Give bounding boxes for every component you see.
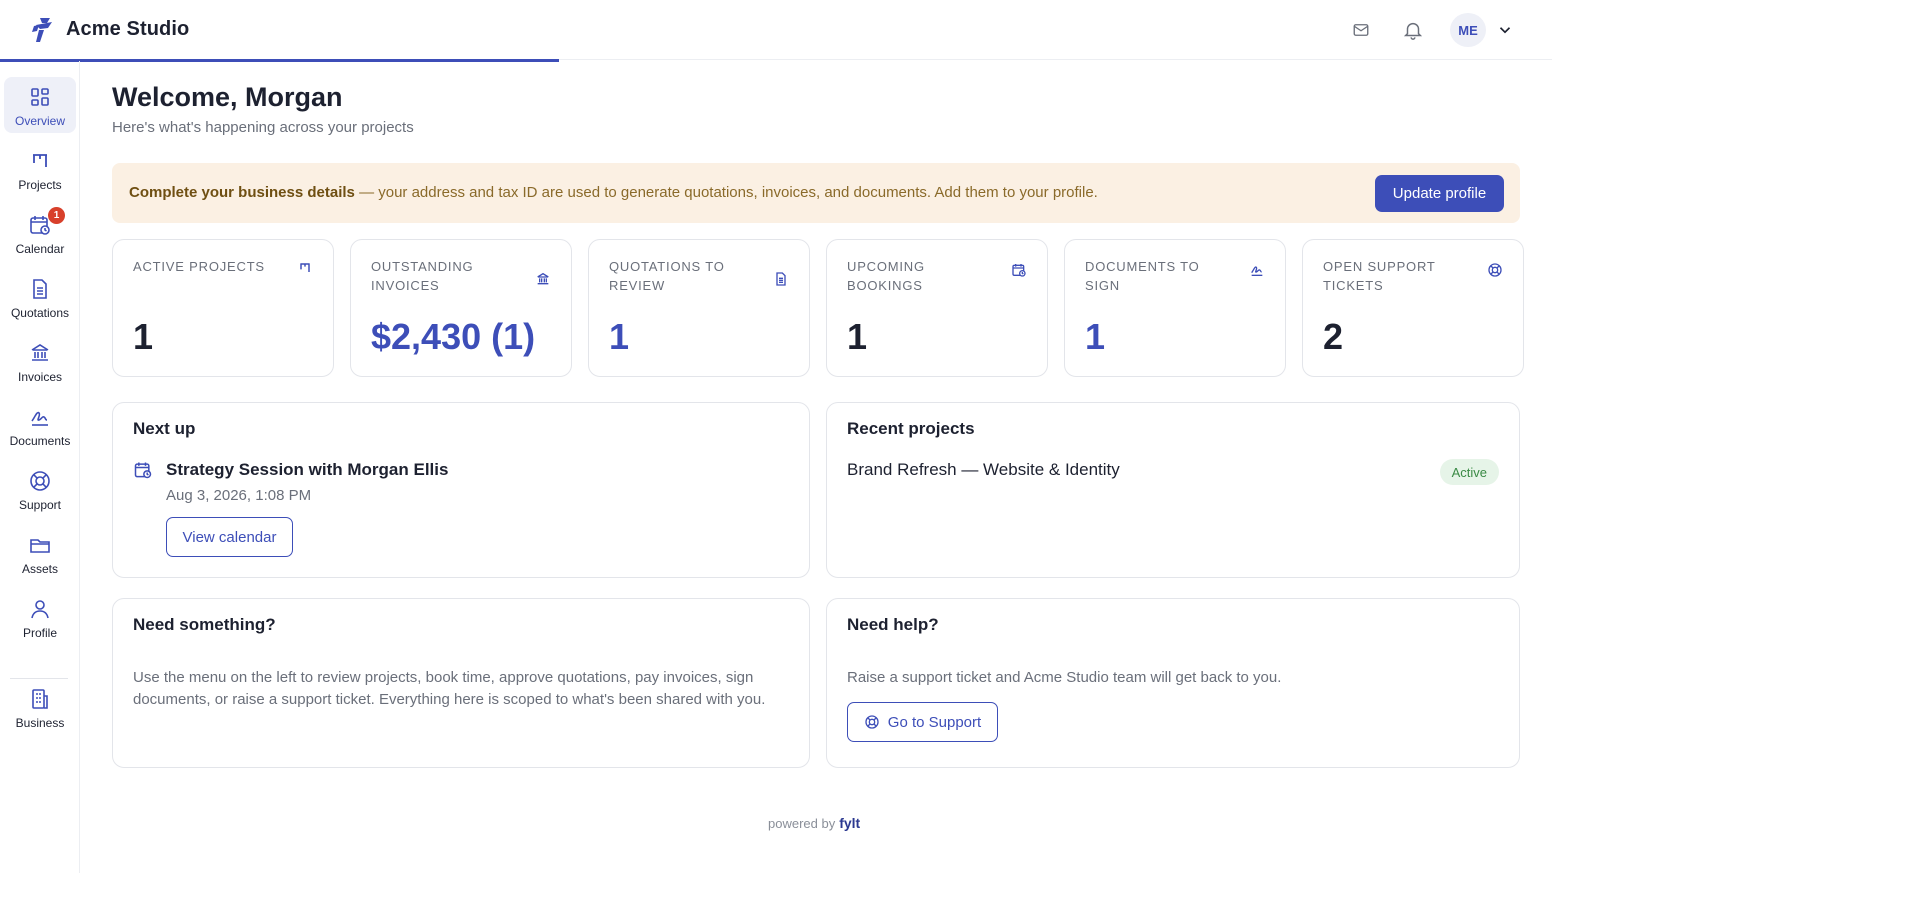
go-to-support-label: Go to Support — [887, 713, 982, 731]
kanban-icon — [300, 263, 310, 272]
stat-card-active-projects[interactable]: ACTIVE PROJECTS 1 — [112, 239, 334, 377]
card-title: Recent projects — [847, 419, 975, 438]
go-to-support-button[interactable]: Go to Support — [847, 702, 998, 742]
update-profile-button[interactable]: Update profile — [1375, 175, 1504, 212]
page-title: Welcome, Morgan — [112, 82, 343, 112]
stat-label: DOCUMENTS TO SIGN — [1085, 259, 1200, 293]
bell-icon[interactable] — [1402, 19, 1424, 41]
grid-icon — [28, 85, 52, 109]
card-title: Need help? — [847, 615, 939, 634]
event-title[interactable]: Strategy Session with Morgan Ellis — [166, 460, 448, 480]
stat-value: 1 — [847, 316, 868, 357]
folder-icon — [28, 533, 52, 557]
lifebuoy-icon — [865, 715, 879, 729]
user-icon — [28, 597, 52, 621]
business-details-alert: Complete your business details — your ad… — [112, 163, 1520, 223]
sidebar-item-quotations[interactable]: Quotations — [4, 269, 76, 325]
sidebar-item-label: Projects — [18, 178, 62, 192]
kanban-icon — [28, 149, 52, 173]
stat-value: 1 — [133, 316, 154, 357]
sidebar-item-assets[interactable]: Assets — [4, 525, 76, 581]
next-up-card: Next up Strategy Session with Morgan Ell… — [112, 402, 810, 578]
stat-label: UPCOMING BOOKINGS — [847, 259, 925, 293]
sidebar-item-label: Quotations — [10, 306, 70, 320]
footer-brand[interactable]: fylt — [839, 815, 860, 831]
help-text: Use the menu on the left to review proje… — [133, 669, 766, 708]
sidebar-item-label: Business — [15, 716, 65, 730]
sidebar-item-label: Assets — [21, 562, 58, 576]
lifebuoy-icon — [1488, 263, 1502, 277]
top-bar: Acme Studio ME — [0, 0, 1552, 60]
status-badge: Active — [1439, 459, 1499, 485]
brand-name: Acme Studio — [66, 17, 190, 40]
document-icon — [28, 277, 52, 301]
sidebar-item-documents[interactable]: Documents — [4, 397, 76, 453]
avatar[interactable]: ME — [1450, 13, 1486, 47]
stat-card-upcoming-bookings[interactable]: UPCOMING BOOKINGS 1 — [826, 239, 1048, 377]
stat-value: 1 — [609, 316, 630, 357]
sidebar-item-calendar[interactable]: 1 Calendar — [4, 205, 76, 261]
sidebar-item-label: Overview — [14, 114, 65, 128]
chevron-down-icon[interactable] — [1496, 21, 1514, 39]
footer: powered by fylt — [768, 815, 860, 831]
recent-projects-card: Recent projects Brand Refresh — Website … — [826, 402, 1520, 578]
stat-label: ACTIVE PROJECTS — [133, 259, 265, 274]
stat-value: 2 — [1323, 316, 1344, 357]
sidebar-item-profile[interactable]: Profile — [4, 589, 76, 645]
mail-icon[interactable] — [1350, 19, 1372, 41]
signature-icon — [28, 405, 52, 429]
calendar-clock-icon: 1 — [28, 207, 65, 237]
brand-logo-icon — [32, 18, 52, 42]
project-name[interactable]: Brand Refresh — Website & Identity — [847, 460, 1120, 480]
sidebar-item-label: Calendar — [15, 242, 65, 256]
calendar-clock-icon — [1012, 264, 1026, 277]
alert-strong-text: Complete your business details — [129, 184, 355, 201]
event-date: Aug 3, 2026, 1:08 PM — [166, 487, 312, 504]
bank-icon — [537, 272, 549, 285]
sidebar-item-invoices[interactable]: Invoices — [4, 333, 76, 389]
stat-label: OPEN SUPPORT TICKETS — [1323, 259, 1436, 293]
brand[interactable]: Acme Studio — [30, 14, 189, 44]
notification-badge: 1 — [48, 207, 65, 224]
view-calendar-button[interactable]: View calendar — [166, 517, 293, 557]
document-icon — [776, 272, 786, 286]
stat-value: $2,430 (1) — [371, 316, 536, 357]
header-actions: ME — [1350, 13, 1514, 47]
page-subtitle: Here's what's happening across your proj… — [112, 119, 414, 136]
need-something-card: Need something? Use the menu on the left… — [112, 598, 810, 768]
stat-card-open-support-tickets[interactable]: OPEN SUPPORT TICKETS 2 — [1302, 239, 1524, 377]
sidebar-item-overview[interactable]: Overview — [4, 77, 76, 133]
card-title: Next up — [133, 419, 196, 438]
stat-card-documents-to-sign[interactable]: DOCUMENTS TO SIGN 1 — [1064, 239, 1286, 377]
card-title: Need something? — [133, 615, 276, 634]
page-progress-bar — [0, 59, 559, 62]
stat-card-quotations-to-review[interactable]: QUOTATIONS TO REVIEW 1 — [588, 239, 810, 377]
sidebar-item-label: Profile — [22, 626, 57, 640]
stat-label: QUOTATIONS TO REVIEW — [609, 259, 725, 293]
stat-value: 1 — [1085, 316, 1106, 357]
sidebar-item-label: Invoices — [17, 370, 63, 384]
need-help-card: Need help? Raise a support ticket and Ac… — [826, 598, 1520, 768]
stat-label: OUTSTANDING INVOICES — [371, 259, 474, 293]
sidebar-item-business[interactable]: Business — [4, 679, 76, 735]
stat-card-outstanding-invoices[interactable]: OUTSTANDING INVOICES $2,430 (1) — [350, 239, 572, 377]
lifebuoy-icon — [28, 469, 52, 493]
sidebar-item-label: Support — [18, 498, 62, 512]
sidebar-item-projects[interactable]: Projects — [4, 141, 76, 197]
signature-icon — [1251, 266, 1263, 276]
bank-icon — [28, 341, 52, 365]
building-icon — [28, 687, 52, 711]
alert-text: Complete your business details — your ad… — [129, 184, 1098, 201]
alert-body-text: — your address and tax ID are used to ge… — [354, 184, 1098, 201]
sidebar-item-label: Documents — [9, 434, 71, 448]
help-text: Raise a support ticket and Acme Studio t… — [847, 669, 1282, 686]
footer-prefix: powered by — [768, 816, 836, 831]
sidebar: Overview Projects 1 Calendar Quotations … — [0, 61, 80, 873]
sidebar-item-support[interactable]: Support — [4, 461, 76, 517]
calendar-clock-icon — [134, 462, 152, 479]
